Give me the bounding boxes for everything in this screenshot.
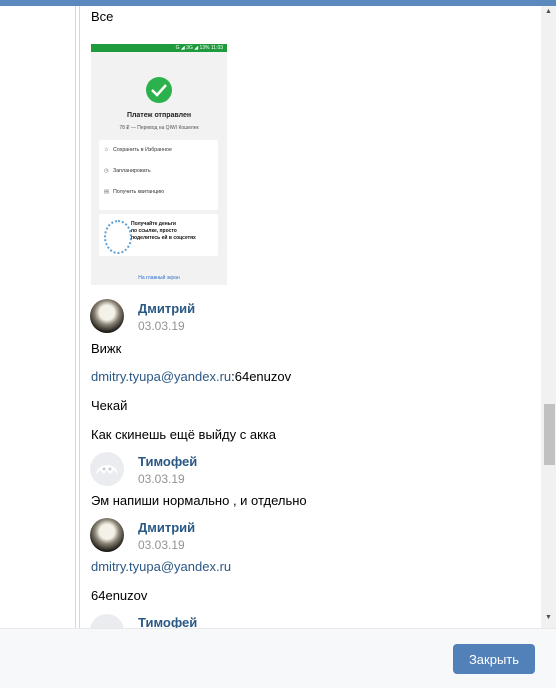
attached-screenshot[interactable]: G ◢ 3G ◢ 13% 11:03 Платеж отправлен 78 ₽…	[91, 44, 227, 285]
author-name[interactable]: Тимофей	[138, 615, 197, 628]
message-text: Эм напиши нормально , и отдельно	[91, 493, 307, 508]
message-text: Все	[91, 9, 114, 24]
author-name[interactable]: Дмитрий	[138, 301, 195, 316]
avatar[interactable]	[90, 614, 124, 628]
home-link: На главный экран	[138, 275, 180, 281]
avatar[interactable]	[90, 452, 124, 486]
scroll-down-arrow-icon[interactable]: ▼	[545, 614, 552, 621]
phone-status-bar: G ◢ 3G ◢ 13% 11:03	[91, 44, 227, 52]
author-name[interactable]: Тимофей	[138, 454, 197, 469]
scrollbar-thumb[interactable]	[544, 404, 555, 465]
scroll-up-arrow-icon[interactable]: ▲	[545, 8, 552, 15]
forward-guide-line	[79, 6, 80, 628]
promo-card: Получайте деньги по ссылке, просто подел…	[99, 214, 218, 256]
message-history: Все G ◢ 3G ◢ 13% 11:03 Платеж отправлен …	[0, 6, 541, 628]
avatar[interactable]	[90, 299, 124, 333]
clock-icon: ◷	[104, 168, 109, 174]
message-text: Как скинешь ещё выйду с акка	[91, 427, 276, 442]
email-link[interactable]: dmitry.tyupa@yandex.ru	[91, 369, 231, 384]
promo-text: Получайте деньги по ссылке, просто подел…	[131, 221, 196, 241]
payment-subtitle: 78 ₽ — Перевод на QIWI Кошелек	[119, 125, 199, 131]
message-text: Чекай	[91, 398, 128, 413]
star-icon: ☆	[104, 147, 109, 153]
author-name[interactable]: Дмитрий	[138, 520, 195, 535]
message-text: dmitry.tyupa@yandex.ru:64enuzov	[91, 369, 292, 384]
actions-card: ☆ Сохранить в Избранное ◷ Запланировать ▤ П…	[99, 140, 218, 210]
action-row: ◷ Запланировать	[104, 161, 151, 181]
close-button[interactable]: Закрыть	[453, 644, 535, 674]
action-row: ☆ Сохранить в Избранное	[104, 140, 172, 160]
email-link[interactable]: dmitry.tyupa@yandex.ru	[91, 559, 231, 574]
message-text: 64enuzov	[91, 588, 148, 603]
spiral-logo-icon	[104, 220, 132, 254]
dialog-footer: Закрыть	[0, 628, 556, 688]
check-icon	[146, 77, 172, 103]
message-text: Вижк	[91, 341, 122, 356]
forward-guide-line	[75, 6, 76, 628]
action-row: ▤ Получить квитанцию	[104, 182, 164, 202]
message-date: 03.03.19	[138, 472, 185, 486]
payment-title: Платеж отправлен	[126, 112, 192, 119]
message-date: 03.03.19	[138, 538, 185, 552]
message-date: 03.03.19	[138, 319, 185, 333]
receipt-icon: ▤	[104, 189, 110, 195]
avatar[interactable]	[90, 518, 124, 552]
scrollbar-track[interactable]	[541, 6, 556, 628]
